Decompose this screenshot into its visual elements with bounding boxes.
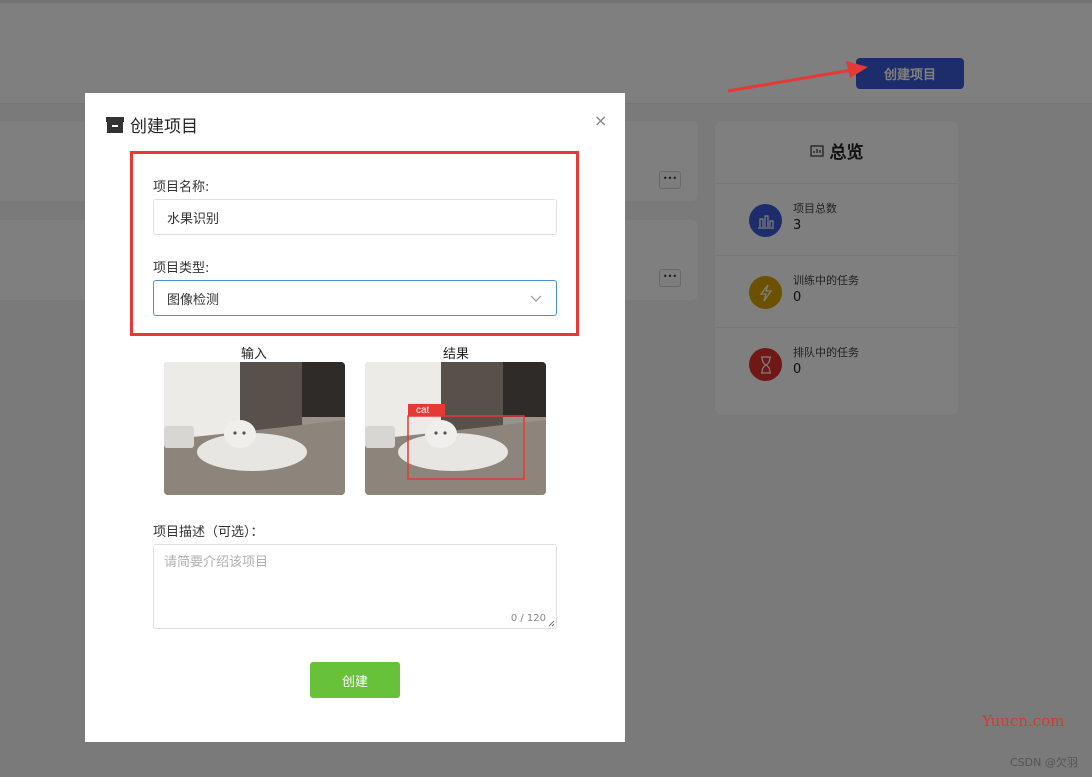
project-type-label: 项目类型: xyxy=(153,261,210,276)
result-caption: 结果 xyxy=(442,347,469,362)
result-sample-image: cat xyxy=(365,362,546,495)
project-name-label: 项目名称: xyxy=(153,180,210,195)
project-name-value: 水果识别 xyxy=(167,211,220,227)
project-name-input[interactable]: 水果识别 xyxy=(153,199,557,235)
create-project-dialog: 创建项目 × 项目名称: 水果识别 项目类型: 图像检测 输入 结果 cat 项… xyxy=(85,93,625,742)
project-type-value: 图像检测 xyxy=(167,292,220,308)
close-icon[interactable]: × xyxy=(594,111,607,130)
description-placeholder: 请简要介绍该项目 xyxy=(164,555,269,570)
create-submit-button[interactable]: 创建 xyxy=(310,662,400,698)
dialog-title-text: 创建项目 xyxy=(130,117,198,137)
character-counter: 0 / 120 xyxy=(510,613,546,624)
description-textarea[interactable]: 请简要介绍该项目 0 / 120 xyxy=(153,544,557,629)
site-watermark: Yuucn.com xyxy=(982,712,1065,730)
author-watermark: CSDN @欠羽 xyxy=(1010,756,1078,769)
chevron-down-icon xyxy=(530,295,542,302)
input-sample-image xyxy=(164,362,345,495)
input-caption: 输入 xyxy=(240,347,267,362)
resize-handle-icon[interactable] xyxy=(548,620,555,627)
project-type-select[interactable]: 图像检测 xyxy=(153,280,557,316)
archive-box-icon xyxy=(106,116,124,133)
description-label: 项目描述（可选）： xyxy=(153,525,264,540)
dialog-title: 创建项目 xyxy=(106,112,198,137)
detection-label: cat xyxy=(416,405,430,416)
